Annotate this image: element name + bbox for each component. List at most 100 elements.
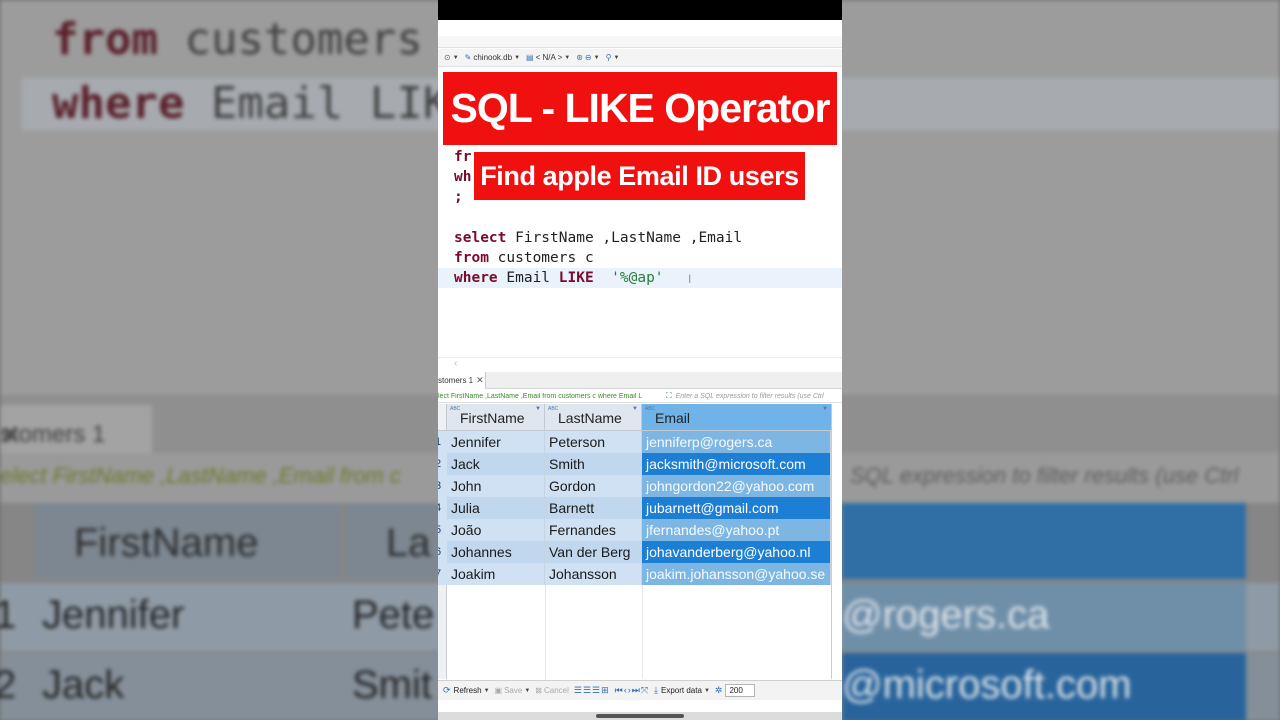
cell-firstname[interactable]: Julia	[447, 497, 545, 519]
bg-header-firstname: FirstName	[34, 503, 340, 579]
column-label: FirstName	[460, 410, 525, 426]
table-row[interactable]: 6 Johannes Van der Berg johavanderberg@y…	[438, 541, 832, 563]
table-row[interactable]: 7 Joakim Johansson joakim.johansson@yaho…	[438, 563, 832, 585]
cell-firstname[interactable]: Johannes	[447, 541, 545, 563]
pager[interactable]: ⏮‹›⏭⤧	[615, 685, 649, 696]
column-label: Email	[655, 410, 691, 426]
row-number: 6	[438, 541, 447, 563]
edit-tools[interactable]: ☰☰☰⊞	[574, 685, 610, 696]
cell-email[interactable]: jenniferp@rogers.ca	[642, 431, 831, 453]
chevron-down-icon: ▼	[593, 54, 600, 61]
schema-label: < N/A >	[535, 53, 563, 62]
chevron-down-icon: ▼	[524, 687, 531, 694]
table-row[interactable]: 5 João Fernandes jfernandes@yahoo.pt	[438, 519, 832, 541]
cell-lastname[interactable]: Johansson	[545, 563, 642, 585]
chevron-down-icon: ▼	[514, 54, 521, 61]
executed-query-text: lect FirstName ,LastName ,Email from cus…	[438, 392, 643, 400]
chevron-down-icon: ▼	[703, 687, 710, 694]
video-subtitle: Find apple Email ID users	[480, 160, 799, 191]
cancel-button[interactable]: ⊠ Cancel	[535, 686, 569, 695]
bg-code-line: where Email LIKE	[52, 78, 476, 129]
row-number: 3	[438, 475, 447, 497]
code-line-from[interactable]: from customers c	[454, 248, 594, 268]
cell-email[interactable]: joakim.johansson@yahoo.se	[642, 563, 831, 585]
cell-firstname[interactable]: Jack	[447, 453, 545, 475]
text-type-icon: ABC	[645, 406, 656, 412]
text-type-icon: ABC	[548, 406, 559, 412]
cell-firstname[interactable]: Joakim	[447, 563, 545, 585]
row-number: 4	[438, 497, 447, 519]
refresh-button[interactable]: ⟳ Refresh ▼	[443, 685, 490, 696]
chevron-down-icon: ▼	[564, 54, 571, 61]
tools-button[interactable]: ⊛ ⊖ ▼	[576, 53, 599, 62]
cell-email[interactable]: jubarnett@gmail.com	[642, 497, 831, 519]
cell-lastname[interactable]: Van der Berg	[545, 541, 642, 563]
cell-firstname[interactable]: João	[447, 519, 545, 541]
table-row[interactable]: 1 Jennifer Peterson jenniferp@rogers.ca	[438, 431, 832, 453]
grid-empty-area	[448, 585, 832, 679]
column-header-firstname[interactable]: ABC FirstName ▼	[447, 404, 545, 431]
commit-mode-button[interactable]: ⊙ ▼	[444, 53, 459, 62]
fetch-size-input[interactable]: 200	[725, 684, 756, 697]
bg-email-cell: @rogers.ca	[842, 583, 1246, 651]
table-row[interactable]: 3 John Gordon johngordon22@yahoo.com	[438, 475, 832, 497]
bg-header-lastname: La	[346, 503, 438, 579]
status-bar	[438, 0, 842, 20]
cell-firstname[interactable]: Jennifer	[447, 431, 545, 453]
cell-lastname[interactable]: Smith	[545, 453, 642, 475]
chevron-down-icon: ▼	[613, 54, 620, 61]
video-frame: from customers c where Email LIKE stomer…	[0, 0, 1280, 720]
save-button[interactable]: ▣ Save ▼	[495, 686, 531, 695]
video-title: SQL - LIKE Operator	[450, 85, 831, 131]
results-filter-bar[interactable]: lect FirstName ,LastName ,Email from cus…	[438, 390, 842, 403]
cell-email[interactable]: johavanderberg@yahoo.nl	[642, 541, 831, 563]
chevron-down-icon: ▼	[452, 54, 459, 61]
editor-horizontal-scrollbar[interactable]: ‹	[438, 357, 842, 371]
cell-lastname[interactable]: Barnett	[545, 497, 642, 519]
fetch-size[interactable]: ✲ 200	[715, 684, 756, 697]
datasource-selector[interactable]: ✎ chinook.db ▼	[465, 53, 520, 62]
row-number: 5	[438, 519, 447, 541]
sort-icon[interactable]: ▼	[822, 406, 828, 412]
subtitle-banner: Find apple Email ID users	[474, 152, 805, 200]
chevron-down-icon: ▼	[483, 687, 490, 694]
gear-icon: ✲	[714, 685, 724, 695]
chevron-left-icon[interactable]: ‹	[454, 358, 457, 369]
schema-selector[interactable]: ▤ < N/A > ▼	[526, 53, 570, 62]
table-row[interactable]: 2 Jack Smith jacksmith@microsoft.com	[438, 453, 832, 475]
code-line[interactable]: ;	[454, 187, 463, 207]
row-number-header	[438, 404, 447, 431]
cell-email[interactable]: jfernandes@yahoo.pt	[642, 519, 831, 541]
bg-result-tab: stomers 1 ✕	[0, 405, 152, 453]
code-line-select[interactable]: select FirstName ,LastName ,Email	[454, 228, 742, 248]
filter-input-placeholder[interactable]: Enter a SQL expression to filter results…	[676, 393, 824, 400]
code-line[interactable]: wh	[454, 167, 471, 187]
search-button[interactable]: ⚲ ▼	[606, 53, 620, 62]
refresh-icon: ⟳	[443, 685, 452, 695]
title-banner: SQL - LIKE Operator	[443, 72, 837, 145]
row-edit-icons: ☰☰☰⊞	[573, 685, 610, 695]
cell-lastname[interactable]: Fernandes	[545, 519, 642, 541]
table-row[interactable]: 4 Julia Barnett jubarnett@gmail.com	[438, 497, 832, 519]
results-tabbar: stomers 1 ✕	[438, 372, 842, 389]
sort-icon[interactable]: ▼	[535, 406, 541, 412]
results-grid[interactable]: ABC FirstName ▼ ABC LastName ▼ ABC Email…	[438, 404, 832, 679]
cell-firstname[interactable]: John	[447, 475, 545, 497]
tab-customers[interactable]: stomers 1 ✕	[438, 372, 486, 389]
refresh-label: Refresh	[453, 686, 482, 695]
cell-lastname[interactable]: Gordon	[545, 475, 642, 497]
sort-icon[interactable]: ▼	[632, 406, 638, 412]
save-label: Save	[504, 686, 523, 695]
cell-lastname[interactable]: Peterson	[545, 431, 642, 453]
close-icon[interactable]: ✕	[476, 375, 484, 386]
phone-home-bar	[438, 712, 842, 720]
datasource-label: chinook.db	[473, 53, 513, 62]
code-line-where[interactable]: where Email LIKE '%@ap'	[454, 268, 664, 288]
column-header-email[interactable]: ABC Email ▼	[642, 404, 832, 431]
code-line[interactable]: fr	[454, 147, 471, 167]
cell-email[interactable]: johngordon22@yahoo.com	[642, 475, 831, 497]
column-header-lastname[interactable]: ABC LastName ▼	[545, 404, 642, 431]
cell-email[interactable]: jacksmith@microsoft.com	[642, 453, 831, 475]
export-data-button[interactable]: ⤓ Export data ▼	[654, 685, 710, 696]
settings-icon: ⊛	[576, 53, 583, 62]
